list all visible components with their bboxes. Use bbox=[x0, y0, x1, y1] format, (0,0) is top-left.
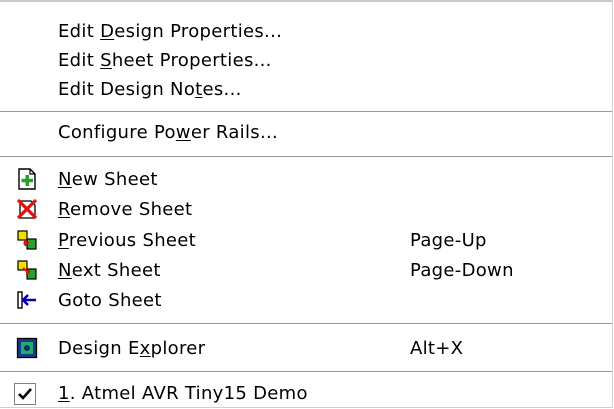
menu-separator bbox=[0, 371, 612, 373]
menu-item-recent-design-1[interactable]: 1. Atmel AVR Tiny15 Demo bbox=[0, 378, 612, 408]
menu-item-edit-sheet-properties[interactable]: Edit Sheet Properties... bbox=[0, 45, 612, 75]
menu-item-label: 1. Atmel AVR Tiny15 Demo bbox=[58, 382, 308, 404]
menu-top-border bbox=[0, 0, 612, 2]
menu-item-label: Edit Design Properties... bbox=[58, 20, 283, 42]
next-sheet-icon bbox=[17, 260, 37, 280]
menu-item-design-explorer[interactable]: Design Explorer Alt+X bbox=[0, 333, 612, 363]
previous-sheet-icon bbox=[17, 230, 37, 250]
menu-item-label: Edit Design Notes... bbox=[58, 78, 242, 100]
menu-item-edit-design-notes[interactable]: Edit Design Notes... bbox=[0, 74, 612, 104]
shortcut-label: Page-Up bbox=[410, 229, 487, 251]
menu-item-next-sheet[interactable]: Next Sheet Page-Down bbox=[0, 255, 612, 285]
menu-item-label: Configure Power Rails... bbox=[58, 121, 279, 143]
checkmark-icon bbox=[14, 383, 36, 405]
menu-item-new-sheet[interactable]: New Sheet bbox=[0, 164, 612, 194]
shortcut-label: Alt+X bbox=[410, 337, 464, 359]
menu-item-label: Edit Sheet Properties... bbox=[58, 49, 272, 71]
menu-item-label: Remove Sheet bbox=[58, 198, 193, 220]
menu-item-label: Design Explorer bbox=[58, 337, 206, 359]
menu-item-label: Previous Sheet bbox=[58, 229, 197, 251]
menu-separator bbox=[0, 111, 612, 113]
menu-item-configure-power-rails[interactable]: Configure Power Rails... bbox=[0, 117, 612, 147]
menu-item-edit-design-properties[interactable]: Edit Design Properties... bbox=[0, 16, 612, 46]
menu-item-remove-sheet[interactable]: Remove Sheet bbox=[0, 194, 612, 224]
goto-sheet-icon bbox=[17, 291, 36, 309]
shortcut-label: Page-Down bbox=[410, 259, 514, 281]
menu-separator bbox=[0, 323, 612, 325]
new-sheet-icon bbox=[18, 168, 36, 190]
context-menu: Edit Design Properties... Edit Sheet Pro… bbox=[0, 0, 613, 408]
remove-sheet-icon bbox=[16, 198, 38, 220]
menu-item-label: Next Sheet bbox=[58, 259, 161, 281]
menu-item-previous-sheet[interactable]: Previous Sheet Page-Up bbox=[0, 225, 612, 255]
menu-item-label: New Sheet bbox=[58, 168, 158, 190]
menu-item-goto-sheet[interactable]: Goto Sheet bbox=[0, 285, 612, 315]
menu-item-label: Goto Sheet bbox=[58, 289, 162, 311]
design-explorer-icon bbox=[16, 337, 38, 359]
menu-separator bbox=[0, 156, 612, 158]
